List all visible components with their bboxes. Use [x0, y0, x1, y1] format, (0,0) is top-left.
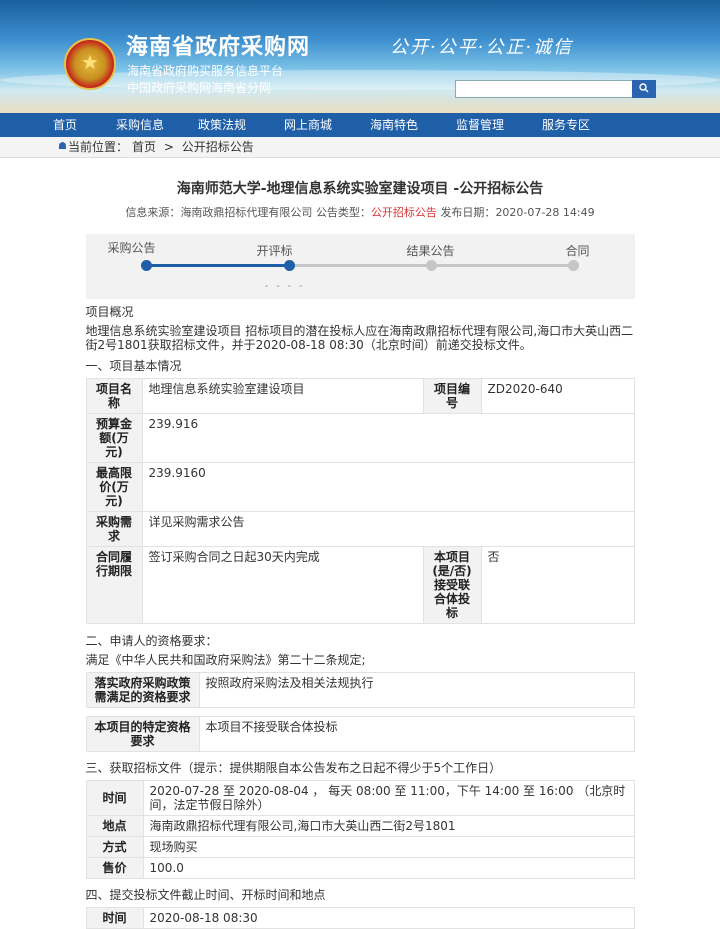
overview-title: 项目概况	[85, 305, 134, 319]
table-row: 时间 2020-07-28 至 2020-08-04 ， 每天 08:00 至 …	[85, 780, 635, 816]
nav-item-hainan-features[interactable]: 海南特色	[351, 113, 437, 137]
get-place-value: 海南政鼎招标代理有限公司,海口市大英山西二街2号1801	[142, 815, 635, 837]
source-label: 信息来源：	[125, 206, 181, 219]
type-value: 公开招标公告	[370, 206, 437, 219]
national-emblem-icon: ★	[64, 38, 116, 90]
table-row: 采购需求 详见采购需求公告	[85, 511, 635, 547]
joint-bid-value: 否	[480, 546, 635, 624]
budget-label: 预算金额(万元)	[85, 413, 143, 463]
get-method-label: 方式	[85, 836, 144, 858]
budget-value: 239.916	[141, 413, 635, 463]
date-label: 发布日期：	[440, 206, 496, 219]
demand-value: 详见采购需求公告	[141, 511, 635, 547]
get-place-label: 地点	[85, 815, 144, 837]
breadcrumb-current[interactable]: 公开招标公告	[182, 140, 254, 154]
get-time-label: 时间	[85, 780, 144, 816]
policy-table: 落实政府采购政策需满足的资格要求 按照政府采购法及相关法规执行	[85, 672, 635, 708]
step-dot-evaluation	[283, 260, 295, 271]
emblem-star: ★	[81, 50, 99, 74]
nav-item-service[interactable]: 服务专区	[523, 113, 609, 137]
submit-table: 时间 2020-08-18 08:30	[85, 907, 635, 929]
breadcrumb: ☗ 当前位置： 首页 > 公开招标公告	[0, 137, 720, 158]
demand-label: 采购需求	[85, 511, 143, 547]
policy-value: 按照政府采购法及相关法规执行	[198, 672, 635, 708]
date-value: 2020-07-28 14:49	[495, 206, 595, 219]
overview-text: 地理信息系统实验室建设项目 招标项目的潜在投标人应在海南政鼎招标代理有限公司,海…	[85, 324, 634, 352]
breadcrumb-home-link[interactable]: 首页	[132, 140, 156, 154]
special-qualification-table: 本项目的特定资格要求 本项目不接受联合体投标	[85, 716, 635, 752]
period-value: 签订采购合同之日起30天内完成	[141, 546, 424, 624]
notice-content: 项目概况 地理信息系统实验室建设项目 招标项目的潜在投标人应在海南政鼎招标代理有…	[85, 305, 635, 929]
type-label: 公告类型：	[315, 206, 371, 219]
progress-dash: - - - -	[264, 279, 305, 292]
max-price-label: 最高限价(万元)	[85, 462, 143, 512]
breadcrumb-label: 当前位置：	[68, 140, 129, 154]
site-subtitle-1: 海南省政府购买服务信息平台	[127, 64, 284, 78]
project-name-value: 地理信息系统实验室建设项目	[141, 378, 424, 414]
nav-item-mall[interactable]: 网上商城	[265, 113, 351, 137]
search-button[interactable]	[632, 80, 656, 98]
step-dot-result	[425, 260, 437, 271]
site-subtitle-2: 中国政府采购网海南省分网	[127, 81, 272, 95]
get-documents-table: 时间 2020-07-28 至 2020-08-04 ， 每天 08:00 至 …	[85, 780, 635, 879]
table-row: 预算金额(万元) 239.916	[85, 413, 635, 463]
project-code-label: 项目编号	[422, 378, 482, 414]
get-price-label: 售价	[85, 857, 144, 879]
table-row: 地点 海南政鼎招标代理有限公司,海口市大英山西二街2号1801	[85, 815, 635, 837]
table-row: 时间 2020-08-18 08:30	[85, 907, 635, 929]
special-label: 本项目的特定资格要求	[85, 716, 200, 752]
nav-item-supervision[interactable]: 监督管理	[437, 113, 523, 137]
section-2-text: 满足《中华人民共和国政府采购法》第二十二条规定;	[85, 653, 366, 667]
site-header: ★ 海南省政府采购网 海南省政府购买服务信息平台 中国政府采购网海南省分网 公开…	[0, 0, 720, 113]
notice-meta: 信息来源：海南政鼎招标代理有限公司 公告类型：公开招标公告 发布日期：2020-…	[0, 204, 720, 220]
section-1-title: 一、项目基本情况	[85, 359, 182, 373]
search-input[interactable]	[455, 80, 633, 98]
main-nav: 首页 采购信息 政策法规 网上商城 海南特色 监督管理 服务专区	[0, 113, 720, 137]
max-price-value: 239.9160	[141, 462, 635, 512]
source-value: 海南政鼎招标代理有限公司	[180, 206, 313, 219]
basic-info-table: 项目名称 地理信息系统实验室建设项目 项目编号 ZD2020-640 预算金额(…	[85, 378, 635, 624]
policy-label: 落实政府采购政策需满足的资格要求	[85, 672, 200, 708]
step-label-result: 结果公告	[406, 244, 455, 258]
nav-item-procurement-info[interactable]: 采购信息	[101, 113, 179, 137]
table-row: 本项目的特定资格要求 本项目不接受联合体投标	[85, 716, 635, 752]
submit-time-label: 时间	[85, 907, 144, 929]
section-2-title: 二、申请人的资格要求：	[85, 634, 218, 648]
step-dot-contract	[567, 260, 579, 271]
table-row: 售价 100.0	[85, 857, 635, 879]
home-icon: ☗	[58, 141, 67, 152]
step-label-evaluation: 开评标	[256, 244, 293, 258]
search-icon	[639, 82, 649, 92]
nav-item-policy[interactable]: 政策法规	[179, 113, 265, 137]
progress-line-active	[145, 264, 289, 267]
slogan: 公开·公平·公正·诚信	[390, 37, 574, 58]
page-title: 海南师范大学-地理信息系统实验室建设项目 -公开招标公告	[176, 181, 544, 197]
submit-time-value: 2020-08-18 08:30	[142, 907, 635, 929]
table-row: 合同履行期限 签订采购合同之日起30天内完成 本项目(是/否)接受联合体投标 否	[85, 546, 635, 624]
project-name-label: 项目名称	[85, 378, 143, 414]
get-price-value: 100.0	[142, 857, 635, 879]
search-box	[455, 80, 656, 98]
section-3-title: 三、获取招标文件（提示：提供期限自本公告发布之日起不得少于5个工作日）	[85, 761, 502, 775]
table-row: 方式 现场购买	[85, 836, 635, 858]
section-4-title: 四、提交投标文件截止时间、开标时间和地点	[85, 888, 326, 902]
project-code-value: ZD2020-640	[480, 378, 635, 414]
get-time-value: 2020-07-28 至 2020-08-04 ， 每天 08:00 至 11:…	[142, 780, 635, 816]
period-label: 合同履行期限	[85, 546, 143, 624]
site-title[interactable]: 海南省政府采购网	[126, 29, 310, 61]
nav-item-home[interactable]: 首页	[29, 113, 101, 137]
table-row: 项目名称 地理信息系统实验室建设项目 项目编号 ZD2020-640	[85, 378, 635, 414]
get-method-value: 现场购买	[142, 836, 635, 858]
table-row: 落实政府采购政策需满足的资格要求 按照政府采购法及相关法规执行	[85, 672, 635, 708]
step-label-contract: 合同	[565, 244, 590, 258]
special-value: 本项目不接受联合体投标	[198, 716, 635, 752]
joint-bid-label: 本项目(是/否)接受联合体投标	[422, 546, 482, 624]
step-label-notice: 采购公告	[107, 241, 156, 255]
table-row: 最高限价(万元) 239.9160	[85, 462, 635, 512]
step-dot-notice	[140, 260, 152, 271]
breadcrumb-separator: >	[163, 140, 174, 154]
progress-tracker: 采购公告 开评标 结果公告 合同 - - - -	[85, 234, 635, 299]
